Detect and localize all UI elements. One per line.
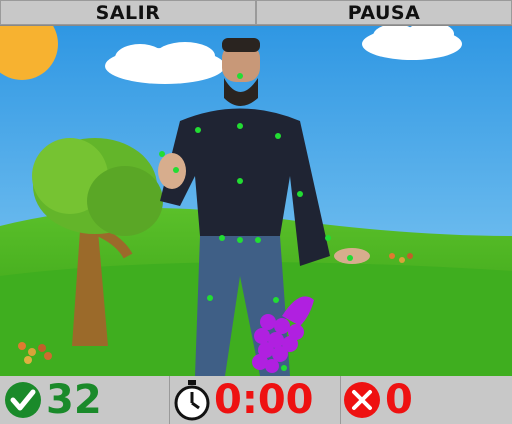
timer-value: 0:00 xyxy=(214,377,314,423)
hits-counter: 32 xyxy=(0,376,170,424)
exit-button[interactable]: SALIR xyxy=(0,0,256,25)
top-menu-bar: SALIR PAUSA xyxy=(0,0,512,26)
hud-bar: 32 0:00 0 xyxy=(0,376,512,424)
hits-value: 32 xyxy=(46,377,102,423)
stopwatch-icon xyxy=(172,378,212,422)
misses-counter: 0 xyxy=(341,376,512,424)
cloud-left xyxy=(105,42,225,84)
cloud-right xyxy=(362,26,462,60)
misses-value: 0 xyxy=(385,377,413,423)
game-scene xyxy=(0,26,512,376)
timer: 0:00 xyxy=(170,376,341,424)
x-circle-icon xyxy=(343,381,381,419)
pause-button[interactable]: PAUSA xyxy=(256,0,512,25)
game-canvas xyxy=(0,26,512,376)
check-circle-icon xyxy=(4,381,42,419)
